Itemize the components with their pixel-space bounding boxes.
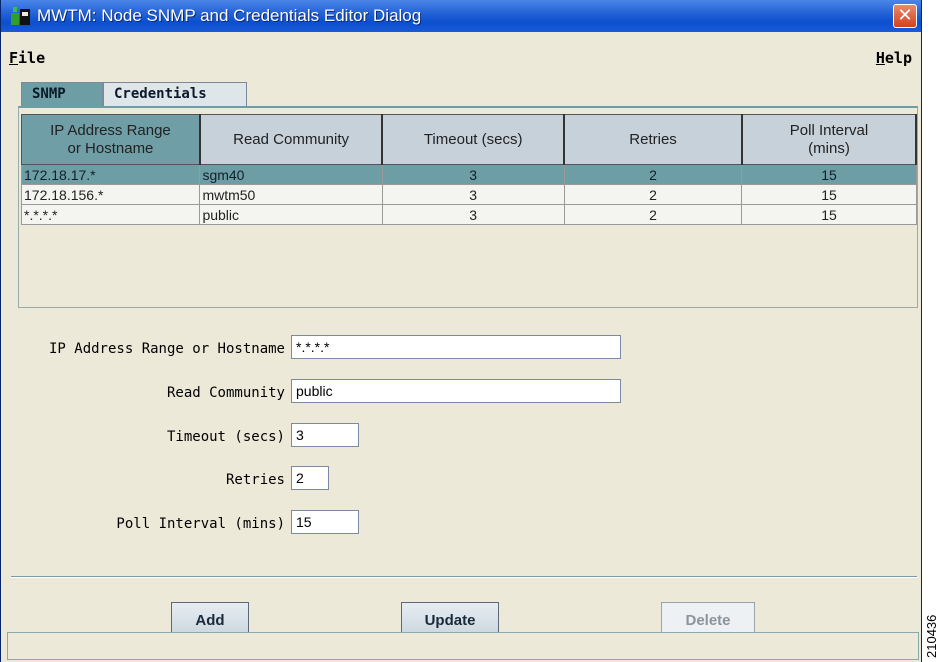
cell-community: sgm40 <box>199 164 383 185</box>
menu-help[interactable]: Help <box>876 49 912 67</box>
table-empty-area[interactable] <box>21 234 915 304</box>
cell-ip: 172.18.156.* <box>20 184 201 205</box>
tab-snmp[interactable]: SNMP <box>21 82 103 106</box>
cell-ip: 172.18.17.* <box>20 164 201 185</box>
column-header-timeout[interactable]: Timeout (secs) <box>381 114 566 165</box>
tab-strip: SNMP Credentials <box>21 82 247 106</box>
cell-timeout: 3 <box>381 204 565 225</box>
title-bar[interactable]: MWTM: Node SNMP and Credentials Editor D… <box>1 0 921 32</box>
status-bar <box>7 632 919 660</box>
divider <box>11 576 917 578</box>
snmp-table-panel: IP Address Range or Hostname Read Communi… <box>18 106 918 308</box>
timeout-input[interactable] <box>291 423 359 447</box>
table-row[interactable]: 172.18.156.* mwtm50 3 2 15 <box>20 184 917 205</box>
table-row[interactable]: *.*.*.* public 3 2 15 <box>20 204 917 225</box>
ip-input[interactable] <box>291 335 621 359</box>
poll-input[interactable] <box>291 510 359 534</box>
poll-label: Poll Interval (mins) <box>116 516 285 532</box>
cell-timeout: 3 <box>381 164 565 185</box>
menu-bar: File Help <box>1 48 921 70</box>
figure-id: 210436 <box>924 614 939 658</box>
table-row[interactable]: 172.18.17.* sgm40 3 2 15 <box>20 164 917 185</box>
column-header-ip[interactable]: IP Address Range or Hostname <box>20 114 201 165</box>
window-title: MWTM: Node SNMP and Credentials Editor D… <box>37 6 422 25</box>
app-icon <box>11 7 31 25</box>
close-icon[interactable]: ✕ <box>893 4 917 28</box>
cell-community: public <box>199 204 383 225</box>
snmp-table: IP Address Range or Hostname Read Communi… <box>20 114 918 225</box>
ip-label: IP Address Range or Hostname <box>48 341 285 357</box>
timeout-label: Timeout (secs) <box>166 429 285 445</box>
dialog-window: MWTM: Node SNMP and Credentials Editor D… <box>0 0 922 662</box>
cell-ip: *.*.*.* <box>20 204 201 225</box>
retries-input[interactable] <box>291 466 329 490</box>
community-input[interactable] <box>291 379 621 403</box>
cell-timeout: 3 <box>381 184 565 205</box>
cell-poll: 15 <box>741 204 917 225</box>
cell-poll: 15 <box>741 184 917 205</box>
menu-file[interactable]: File <box>9 49 45 67</box>
retries-label: Retries <box>225 472 285 488</box>
cell-community: mwtm50 <box>199 184 383 205</box>
cell-poll: 15 <box>741 164 917 185</box>
column-header-community[interactable]: Read Community <box>199 114 384 165</box>
cell-retries: 2 <box>563 184 743 205</box>
cell-retries: 2 <box>563 204 743 225</box>
cell-retries: 2 <box>563 164 743 185</box>
column-header-retries[interactable]: Retries <box>563 114 743 165</box>
community-label: Read Community <box>166 385 285 401</box>
column-header-poll[interactable]: Poll Interval (mins) <box>741 114 918 165</box>
tab-credentials[interactable]: Credentials <box>103 82 247 106</box>
